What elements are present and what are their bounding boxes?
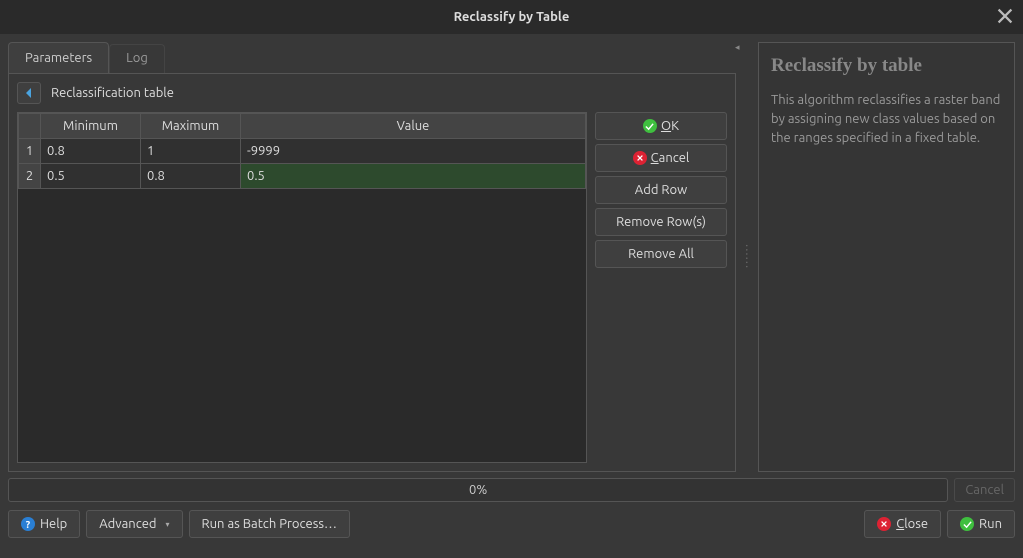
row-number[interactable]: 2 bbox=[19, 164, 41, 189]
run-label: Run bbox=[979, 517, 1002, 531]
ok-button[interactable]: OK bbox=[595, 112, 727, 140]
side-buttons: OK Cancel Add Row Remove Row(s) Remove A… bbox=[595, 112, 727, 463]
ok-check-icon bbox=[643, 119, 657, 133]
cell-value[interactable]: 0.5 bbox=[241, 164, 586, 189]
subheader: Reclassification table bbox=[17, 82, 727, 104]
cell-value[interactable]: -9999 bbox=[241, 139, 586, 164]
tabs: Parameters Log bbox=[8, 42, 736, 73]
remove-rows-button[interactable]: Remove Row(s) bbox=[595, 208, 727, 236]
rownum-header bbox=[19, 114, 41, 139]
cancel-label-rest: ancel bbox=[659, 151, 690, 165]
bottom-bar: ? Help Advanced ▾ Run as Batch Process… … bbox=[0, 502, 1023, 546]
col-header-value[interactable]: Value bbox=[241, 114, 586, 139]
table-row[interactable]: 1 0.8 1 -9999 bbox=[19, 139, 586, 164]
close-label-rest: lose bbox=[904, 517, 928, 531]
panel-collapse-arrow-icon[interactable]: ◂ bbox=[735, 42, 740, 53]
cancel-button[interactable]: Cancel bbox=[595, 144, 727, 172]
reclass-table: Minimum Maximum Value 1 0.8 1 -9999 bbox=[17, 112, 587, 463]
run-check-icon bbox=[960, 517, 974, 531]
table-row[interactable]: 2 0.5 0.8 0.5 bbox=[19, 164, 586, 189]
close-x-icon bbox=[877, 517, 891, 531]
cell-maximum[interactable]: 0.8 bbox=[141, 164, 241, 189]
splitter-dots-icon: ······ bbox=[740, 244, 754, 269]
run-button[interactable]: Run bbox=[947, 510, 1015, 538]
row-number[interactable]: 1 bbox=[19, 139, 41, 164]
table-area: Minimum Maximum Value 1 0.8 1 -9999 bbox=[17, 112, 727, 463]
splitter-handle[interactable]: ······ bbox=[744, 42, 750, 472]
help-question-icon: ? bbox=[21, 517, 35, 531]
cancel-mnemonic: C bbox=[651, 151, 659, 165]
window-title: Reclassify by Table bbox=[454, 10, 570, 24]
close-button[interactable]: Close bbox=[864, 510, 941, 538]
help-title: Reclassify by table bbox=[771, 55, 1002, 77]
main-area: ◂ Parameters Log Reclassification table bbox=[0, 34, 1023, 472]
help-button[interactable]: ? Help bbox=[8, 510, 80, 538]
close-mnemonic: C bbox=[896, 517, 904, 531]
advanced-button[interactable]: Advanced ▾ bbox=[86, 510, 182, 538]
title-bar: Reclassify by Table bbox=[0, 0, 1023, 34]
table-empty-space bbox=[18, 189, 586, 462]
dropdown-arrow-icon: ▾ bbox=[166, 520, 170, 529]
help-body: This algorithm reclassifies a raster ban… bbox=[771, 91, 1002, 148]
tab-log[interactable]: Log bbox=[109, 44, 165, 73]
progress-bar: 0% bbox=[8, 478, 948, 502]
cell-minimum[interactable]: 0.8 bbox=[41, 139, 141, 164]
ok-mnemonic: O bbox=[661, 119, 671, 133]
advanced-label: Advanced bbox=[99, 517, 156, 531]
cell-maximum[interactable]: 1 bbox=[141, 139, 241, 164]
tab-content: Reclassification table Minimum Maximum V… bbox=[8, 73, 736, 472]
panel-subtitle: Reclassification table bbox=[51, 86, 174, 100]
back-button[interactable] bbox=[17, 82, 41, 104]
progress-row: 0% Cancel bbox=[0, 472, 1023, 502]
help-panel: Reclassify by table This algorithm recla… bbox=[758, 42, 1015, 472]
col-header-minimum[interactable]: Minimum bbox=[41, 114, 141, 139]
col-header-maximum[interactable]: Maximum bbox=[141, 114, 241, 139]
add-row-button[interactable]: Add Row bbox=[595, 176, 727, 204]
progress-pct: 0% bbox=[469, 483, 487, 497]
run-batch-button[interactable]: Run as Batch Process… bbox=[189, 510, 350, 538]
cell-minimum[interactable]: 0.5 bbox=[41, 164, 141, 189]
tab-parameters[interactable]: Parameters bbox=[8, 42, 109, 73]
progress-cancel-button: Cancel bbox=[954, 478, 1015, 502]
back-arrow-icon bbox=[24, 88, 34, 98]
ok-label-rest: K bbox=[671, 119, 679, 133]
window-close-button[interactable] bbox=[997, 8, 1013, 24]
cancel-x-icon bbox=[633, 151, 647, 165]
remove-all-button[interactable]: Remove All bbox=[595, 240, 727, 268]
help-label: Help bbox=[40, 517, 67, 531]
left-panel: Parameters Log Reclassification table Mi… bbox=[8, 42, 736, 472]
